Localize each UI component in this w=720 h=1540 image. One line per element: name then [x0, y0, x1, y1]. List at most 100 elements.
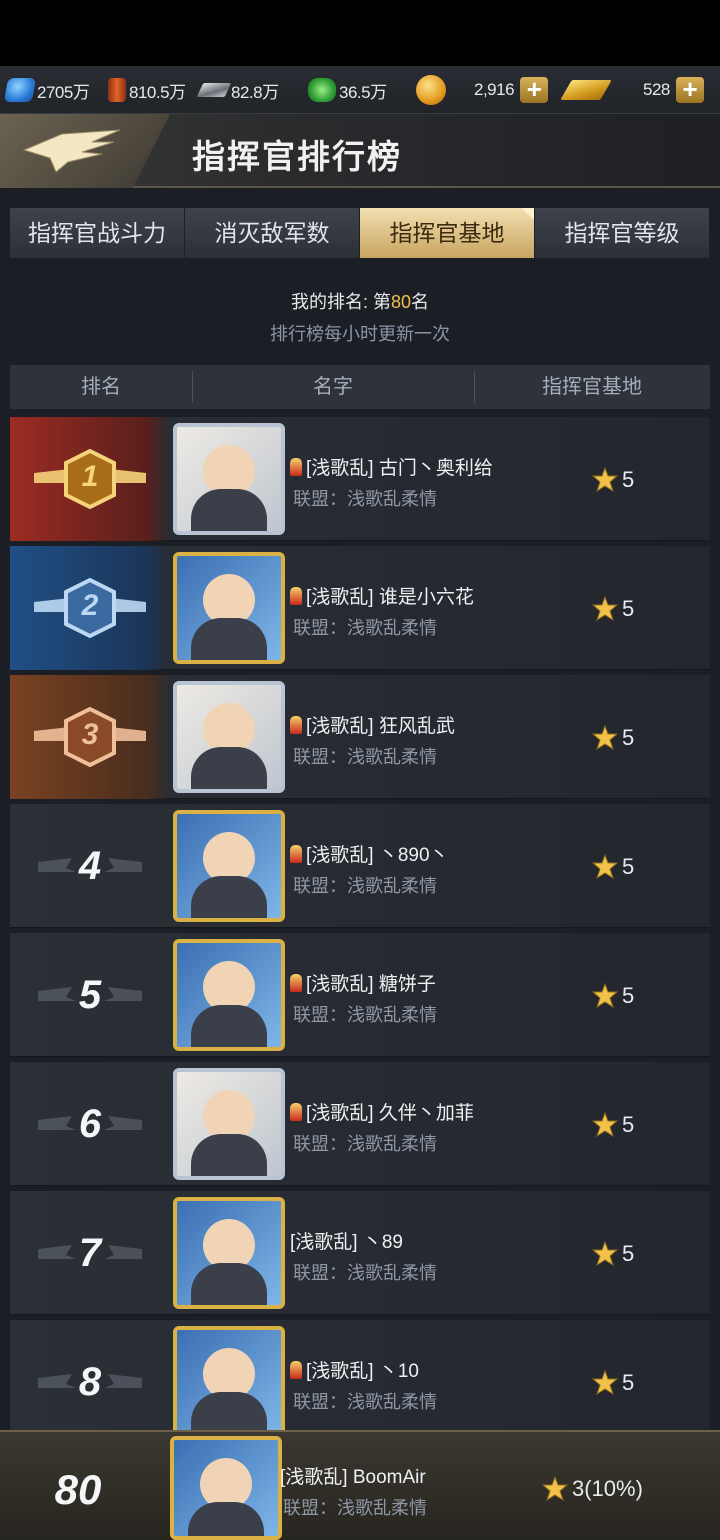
player-alliance: 联盟：浅歌乱柔情: [293, 747, 437, 767]
base-star-icon: [592, 725, 618, 751]
rank-pawn-icon: [290, 974, 302, 992]
cash-stack-icon: [308, 78, 336, 102]
my-rank-row[interactable]: 80 [浅歌乱] BoomAir 联盟：浅歌乱柔情 3(10%): [0, 1430, 720, 1540]
rank-pawn-icon: [290, 716, 302, 734]
player-name: [浅歌乱] 丶89: [290, 1232, 403, 1253]
player-alliance: 联盟：浅歌乱柔情: [293, 1392, 437, 1412]
page-title: 指挥官排行榜: [192, 138, 402, 175]
avatar-body: [191, 1134, 267, 1176]
leaderboard-row[interactable]: 5 [浅歌乱] 糖饼子 联盟：浅歌乱柔情 5: [10, 933, 710, 1057]
resource-coin-amount: 2,916 +: [474, 76, 549, 104]
base-star-icon: [592, 854, 618, 880]
resource-crystal[interactable]: 2705万: [3, 76, 90, 104]
rank-number: 1: [81, 460, 99, 493]
player-name: [浅歌乱] 狂风乱武: [306, 716, 455, 737]
add-coin-button[interactable]: +: [520, 76, 549, 103]
player-name-line: [浅歌乱] 丶890丶: [290, 840, 449, 867]
avatar-body: [191, 618, 267, 660]
resource-oil[interactable]: 810.5万: [108, 76, 186, 104]
rank-cell: 3: [10, 675, 170, 799]
rank-pawn-icon: [290, 1361, 302, 1379]
avatar-body: [191, 489, 267, 531]
resource-gold-amount: 528 +: [643, 76, 704, 104]
crystal-icon: [3, 78, 37, 102]
leaderboard-row[interactable]: 3 [浅歌乱] 狂风乱武 联盟：浅歌乱柔情 5: [10, 675, 710, 799]
leaderboard-row[interactable]: 4 [浅歌乱] 丶890丶 联盟：浅歌乱柔情 5: [10, 804, 710, 928]
player-name-line: [浅歌乱] 古门丶奥利给: [290, 453, 493, 480]
column-rank: 排名: [81, 376, 121, 398]
avatar-body: [191, 1005, 267, 1047]
rank-number: 8: [78, 1360, 102, 1404]
player-avatar[interactable]: [173, 1068, 285, 1180]
eagle-icon: [22, 129, 121, 173]
base-level: 5: [592, 467, 634, 493]
base-star-icon: [542, 1476, 568, 1502]
leaderboard-row[interactable]: 1 [浅歌乱] 古门丶奥利给 联盟：浅歌乱柔情 5: [10, 417, 710, 541]
player-name-line: [浅歌乱] 谁是小六花: [290, 582, 474, 609]
tab-commander-power[interactable]: 指挥官战斗力: [10, 208, 185, 258]
rank-pawn-icon: [290, 587, 302, 605]
resource-gold[interactable]: [560, 76, 612, 104]
tab-commander-base[interactable]: 指挥官基地: [360, 208, 535, 258]
player-name: [浅歌乱] 古门丶奥利给: [306, 458, 493, 479]
player-avatar[interactable]: [173, 552, 285, 664]
player-alliance: 联盟：浅歌乱柔情: [293, 1005, 437, 1025]
rank-pawn-icon: [290, 845, 302, 863]
add-gold-button[interactable]: +: [675, 76, 704, 103]
rank-cell: 2: [10, 546, 170, 670]
player-avatar[interactable]: [173, 810, 285, 922]
tab-commander-level[interactable]: 指挥官等级: [535, 208, 710, 258]
my-alliance: 联盟：浅歌乱柔情: [283, 1498, 427, 1518]
base-level: 5: [592, 983, 634, 1009]
player-alliance: 联盟：浅歌乱柔情: [293, 489, 437, 509]
resource-coin[interactable]: [416, 75, 449, 105]
rank-number: 7: [78, 1231, 102, 1275]
player-alliance: 联盟：浅歌乱柔情: [293, 1263, 437, 1283]
base-star-icon: [592, 1241, 618, 1267]
back-button[interactable]: [0, 114, 170, 188]
my-player-name: [浅歌乱] BoomAir: [280, 1467, 426, 1488]
player-name-line: [浅歌乱] 狂风乱武: [290, 711, 455, 738]
avatar-body: [191, 747, 267, 789]
base-level: 5: [592, 1241, 634, 1267]
column-base: 指挥官基地: [474, 365, 710, 409]
tab-enemies-killed[interactable]: 消灭敌军数: [185, 208, 360, 258]
my-rank-number: 80: [54, 1466, 102, 1513]
avatar-body: [191, 1263, 267, 1305]
player-name: [浅歌乱] 丶890丶: [306, 845, 449, 866]
base-level: 5: [592, 1112, 634, 1138]
column-name: 名字: [192, 365, 474, 409]
avatar-body: [191, 876, 267, 918]
leaderboard-row[interactable]: 6 [浅歌乱] 久伴丶加菲 联盟：浅歌乱柔情 5: [10, 1062, 710, 1186]
base-level: 5: [592, 1370, 634, 1396]
rank-number: 5: [78, 973, 102, 1017]
base-level: 5: [592, 596, 634, 622]
player-name: [浅歌乱] 久伴丶加菲: [306, 1103, 474, 1124]
title-bar: 指挥官排行榜: [0, 114, 720, 188]
leaderboard-row[interactable]: 2 [浅歌乱] 谁是小六花 联盟：浅歌乱柔情 5: [10, 546, 710, 670]
rank-number: 6: [78, 1102, 102, 1146]
player-alliance: 联盟：浅歌乱柔情: [293, 1134, 437, 1154]
resource-cash[interactable]: 36.5万: [308, 76, 387, 104]
leaderboard-row[interactable]: 8 [浅歌乱] 丶10 联盟：浅歌乱柔情 5: [10, 1320, 710, 1444]
player-name: [浅歌乱] 丶10: [306, 1361, 419, 1382]
base-level: 5: [592, 725, 634, 751]
player-avatar[interactable]: [173, 1197, 285, 1309]
player-avatar[interactable]: [173, 681, 285, 793]
base-star-icon: [592, 1370, 618, 1396]
rank-cell: 4: [10, 804, 170, 928]
player-avatar[interactable]: [173, 1326, 285, 1438]
my-base-level: 3(10%): [542, 1476, 643, 1502]
base-star-icon: [592, 983, 618, 1009]
player-avatar[interactable]: [173, 939, 285, 1051]
resource-steel[interactable]: 82.8万: [196, 76, 279, 104]
rank-number: 2: [81, 589, 99, 622]
player-name-line: [浅歌乱] 糖饼子: [290, 969, 436, 996]
base-star-icon: [592, 467, 618, 493]
tab-bar: 指挥官战斗力 消灭敌军数 指挥官基地 指挥官等级: [10, 208, 710, 258]
coin-icon: [416, 75, 446, 105]
player-avatar[interactable]: [173, 423, 285, 535]
leaderboard-row[interactable]: 7 [浅歌乱] 丶89 联盟：浅歌乱柔情 5: [10, 1191, 710, 1315]
rank-cell: 5: [10, 933, 170, 1057]
my-avatar[interactable]: [170, 1436, 282, 1540]
